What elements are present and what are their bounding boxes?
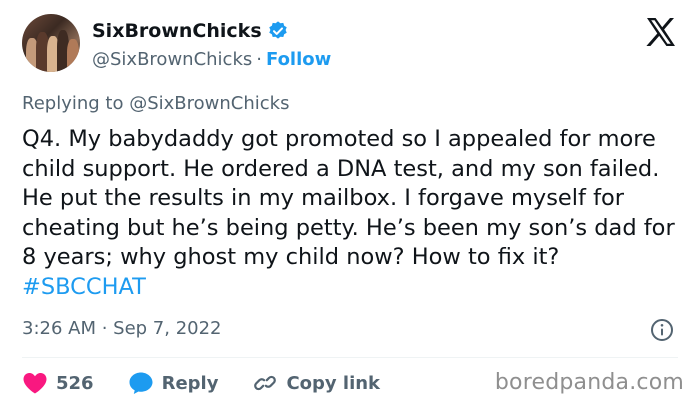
verified-badge-icon — [268, 21, 287, 39]
like-count: 526 — [56, 372, 94, 394]
x-logo-icon[interactable] — [646, 18, 676, 46]
info-icon[interactable] — [650, 318, 674, 342]
tweet-card: SixBrownChicks @SixBrownChicks · Follow … — [0, 0, 700, 410]
copy-link-button[interactable]: Copy link — [252, 371, 380, 395]
hashtag-link[interactable]: #SBCCHAT — [22, 274, 146, 300]
link-icon — [254, 375, 277, 391]
reply-button[interactable]: Reply — [128, 371, 219, 395]
heart-icon — [23, 373, 47, 394]
replying-to[interactable]: Replying to @SixBrownChicks — [22, 93, 289, 114]
avatar[interactable] — [22, 14, 80, 72]
watermark: boredpanda.com — [494, 370, 684, 395]
author-name-row[interactable]: SixBrownChicks — [92, 20, 289, 42]
author-name[interactable]: SixBrownChicks — [92, 20, 262, 42]
divider — [22, 357, 678, 358]
tweet-text: Q4. My babydaddy got promoted so I appea… — [22, 125, 682, 302]
author-handle[interactable]: @SixBrownChicks — [92, 49, 252, 70]
like-button[interactable]: 526 — [22, 371, 94, 395]
timestamp[interactable]: 3:26 AM · Sep 7, 2022 — [22, 318, 222, 339]
action-bar: 526 Reply Copy link — [22, 368, 414, 398]
separator-dot: · — [256, 49, 262, 70]
author-handle-row: @SixBrownChicks · Follow — [92, 49, 331, 70]
reply-label: Reply — [161, 372, 219, 394]
copy-link-label: Copy link — [286, 372, 381, 394]
follow-button[interactable]: Follow — [266, 49, 331, 70]
tweet-body: Q4. My babydaddy got promoted so I appea… — [22, 126, 675, 270]
speech-bubble-icon — [129, 372, 153, 394]
